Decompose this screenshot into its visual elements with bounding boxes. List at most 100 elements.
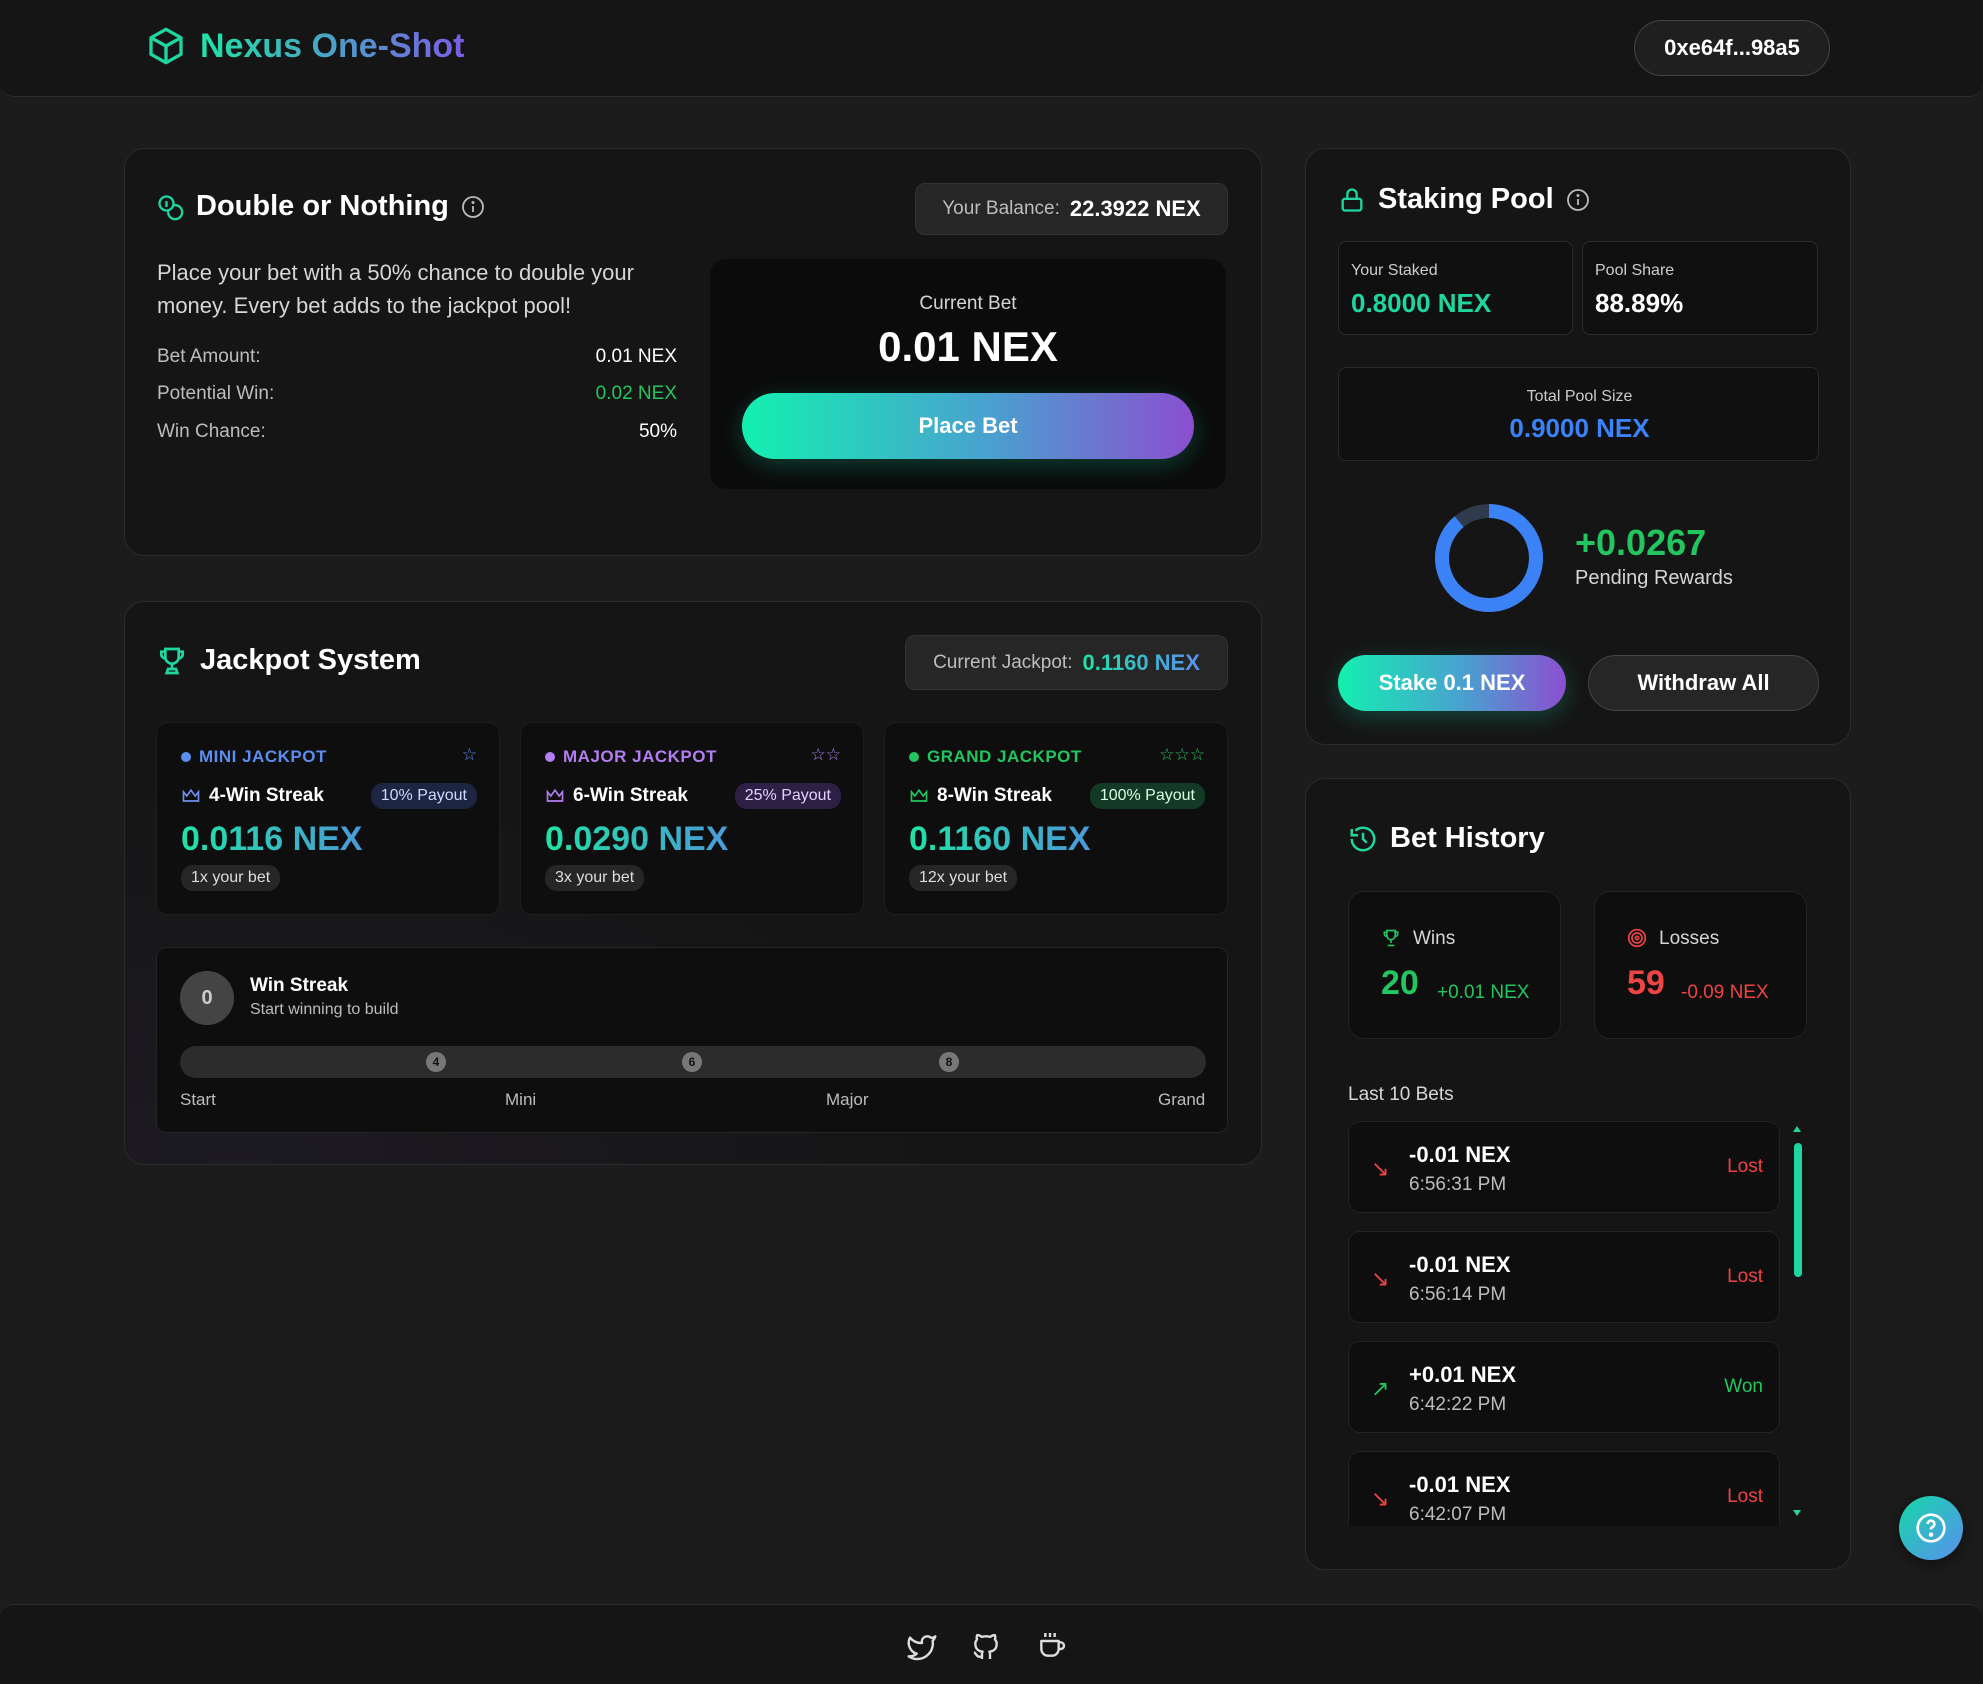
app-header: Nexus One-Shot 0xe64f...98a5 bbox=[0, 0, 1983, 97]
balance-pill: Your Balance: 22.3922 NEX bbox=[915, 183, 1228, 235]
bet-amount-value: 0.01 NEX bbox=[595, 346, 677, 367]
pool-share-label: Pool Share bbox=[1595, 262, 1675, 279]
bet-status: Won bbox=[1724, 1376, 1763, 1397]
app-logo[interactable]: Nexus One-Shot bbox=[146, 26, 464, 66]
bet-history-item[interactable]: ↘ -0.01 NEX 6:42:07 PM Lost bbox=[1348, 1451, 1780, 1526]
bet-amount: +0.01 NEX bbox=[1409, 1362, 1517, 1387]
bet-history-item[interactable]: ↗ +0.01 NEX 6:42:22 PM Won bbox=[1348, 1341, 1780, 1433]
bet-history-item[interactable]: ↘ -0.01 NEX 6:56:14 PM Lost bbox=[1348, 1231, 1780, 1323]
win-streak-title: Win Streak bbox=[250, 975, 349, 996]
losses-label: Losses bbox=[1659, 928, 1720, 949]
current-jackpot-pill: Current Jackpot: 0.1160 NEX bbox=[905, 635, 1228, 690]
mini-jackpot-label: MINI JACKPOT bbox=[199, 747, 327, 766]
milestone-6: 6 bbox=[682, 1052, 702, 1072]
staking-title: Staking Pool bbox=[1378, 183, 1554, 215]
app-title: Nexus One-Shot bbox=[200, 26, 465, 65]
stake-button[interactable]: Stake 0.1 NEX bbox=[1338, 655, 1566, 711]
major-dot bbox=[545, 752, 555, 762]
major-jackpot-name: MAJOR JACKPOT bbox=[545, 747, 717, 767]
pool-share-value: 88.89% bbox=[1595, 288, 1684, 318]
mini-multiplier-badge: 1x your bet bbox=[181, 865, 281, 891]
bet-amount-row: Bet Amount: 0.01 NEX bbox=[157, 346, 677, 368]
grand-jackpot-card: GRAND JACKPOT ☆☆☆ 8-Win Streak 100% Payo… bbox=[884, 722, 1228, 915]
grand-multiplier-badge: 12x your bet bbox=[909, 865, 1018, 891]
info-icon[interactable] bbox=[461, 195, 485, 219]
bet-status: Lost bbox=[1727, 1266, 1763, 1287]
grand-jackpot-value: 0.1160 NEX bbox=[909, 820, 1091, 858]
mini-jackpot-value: 0.0116 NEX bbox=[181, 820, 363, 858]
double-description: Place your bet with a 50% chance to doub… bbox=[157, 260, 634, 318]
milestone-4: 4 bbox=[426, 1052, 446, 1072]
win-chance-row: Win Chance: 50% bbox=[157, 421, 677, 443]
coffee-icon[interactable] bbox=[1036, 1629, 1068, 1661]
history-title: Bet History bbox=[1390, 822, 1545, 854]
crown-icon bbox=[546, 788, 564, 802]
double-title: Double or Nothing bbox=[196, 190, 449, 222]
jackpot-title-row: Jackpot System bbox=[156, 644, 421, 677]
major-multiplier-badge: 3x your bet bbox=[545, 865, 645, 891]
arrow-up-right-icon: ↗ bbox=[1371, 1376, 1390, 1401]
scrollbar-thumb[interactable] bbox=[1794, 1143, 1802, 1277]
bet-list-viewport[interactable]: ↘ -0.01 NEX 6:56:31 PM Lost ↘ -0.01 NEX … bbox=[1340, 1118, 1830, 1526]
arrow-down-right-icon: ↘ bbox=[1371, 1266, 1390, 1291]
total-pool-box: Total Pool Size 0.9000 NEX bbox=[1338, 367, 1819, 461]
bet-time: 6:42:07 PM bbox=[1409, 1504, 1507, 1525]
mini-jackpot-name: MINI JACKPOT bbox=[181, 747, 327, 767]
potential-win-row: Potential Win: 0.02 NEX bbox=[157, 383, 677, 405]
losses-count: 59 bbox=[1627, 964, 1665, 1002]
footer bbox=[0, 1604, 1983, 1684]
place-bet-button[interactable]: Place Bet bbox=[742, 393, 1194, 459]
current-jackpot-value: 0.1160 NEX bbox=[1082, 649, 1200, 675]
mini-streak: 4-Win Streak bbox=[181, 785, 324, 807]
arrow-down-right-icon: ↘ bbox=[1371, 1486, 1390, 1511]
current-bet-value: 0.01 NEX bbox=[878, 323, 1058, 370]
bet-amount: -0.01 NEX bbox=[1409, 1252, 1511, 1277]
win-chance-value: 50% bbox=[638, 421, 677, 442]
grand-payout-badge: 100% Payout bbox=[1089, 783, 1205, 809]
grand-jackpot-label: GRAND JACKPOT bbox=[927, 747, 1082, 766]
mini-payout-badge: 10% Payout bbox=[370, 783, 477, 809]
mini-streak-label: 4-Win Streak bbox=[209, 785, 324, 806]
potential-win-label: Potential Win: bbox=[157, 383, 275, 404]
donut-arc bbox=[1435, 504, 1543, 612]
current-bet-label: Current Bet bbox=[919, 293, 1017, 314]
pool-share-donut bbox=[1435, 504, 1543, 612]
total-pool-label: Total Pool Size bbox=[1526, 388, 1633, 405]
current-jackpot-label: Current Jackpot: bbox=[933, 651, 1073, 673]
history-title-row: Bet History bbox=[1348, 822, 1545, 855]
bet-history-item[interactable]: ↘ -0.01 NEX 6:56:31 PM Lost bbox=[1348, 1121, 1780, 1213]
losses-box: Losses 59 -0.09 NEX bbox=[1594, 891, 1807, 1039]
cube-icon bbox=[149, 27, 183, 65]
major-streak-label: 6-Win Streak bbox=[573, 785, 688, 806]
wallet-address-button[interactable]: 0xe64f...98a5 bbox=[1634, 20, 1830, 76]
twitter-icon[interactable] bbox=[906, 1631, 938, 1663]
bet-amount: -0.01 NEX bbox=[1409, 1142, 1511, 1167]
grand-jackpot-name: GRAND JACKPOT bbox=[909, 747, 1082, 767]
help-button[interactable] bbox=[1899, 1496, 1963, 1560]
wins-label: Wins bbox=[1413, 928, 1456, 949]
bet-time: 6:56:31 PM bbox=[1409, 1174, 1507, 1195]
major-jackpot-label: MAJOR JACKPOT bbox=[563, 747, 717, 766]
withdraw-all-button[interactable]: Withdraw All bbox=[1588, 655, 1819, 711]
win-streak-subtitle: Start winning to build bbox=[250, 1001, 399, 1018]
lock-icon bbox=[1341, 187, 1363, 212]
bet-status: Lost bbox=[1727, 1156, 1763, 1177]
jackpot-title: Jackpot System bbox=[200, 644, 421, 676]
scroll-up-arrow[interactable] bbox=[1793, 1126, 1801, 1132]
mini-jackpot-card: MINI JACKPOT ☆ 4-Win Streak 10% Payout 0… bbox=[156, 722, 500, 915]
history-icon bbox=[1350, 826, 1376, 851]
scroll-down-arrow[interactable] bbox=[1793, 1510, 1801, 1516]
star-icon: ☆☆☆ bbox=[1159, 745, 1205, 764]
potential-win-value: 0.02 NEX bbox=[595, 383, 677, 404]
wins-box: Wins 20 +0.01 NEX bbox=[1348, 891, 1561, 1039]
info-icon[interactable] bbox=[1566, 188, 1590, 212]
pending-rewards-label: Pending Rewards bbox=[1575, 567, 1733, 589]
pending-rewards-value: +0.0267 bbox=[1575, 522, 1707, 563]
github-icon[interactable] bbox=[970, 1631, 1002, 1663]
crown-icon bbox=[910, 788, 928, 802]
trophy-icon bbox=[160, 647, 184, 674]
grand-streak-label: 8-Win Streak bbox=[937, 785, 1052, 806]
last-bets-label: Last 10 Bets bbox=[1348, 1084, 1454, 1105]
major-payout-badge: 25% Payout bbox=[734, 783, 841, 809]
your-staked-value: 0.8000 NEX bbox=[1351, 288, 1492, 318]
